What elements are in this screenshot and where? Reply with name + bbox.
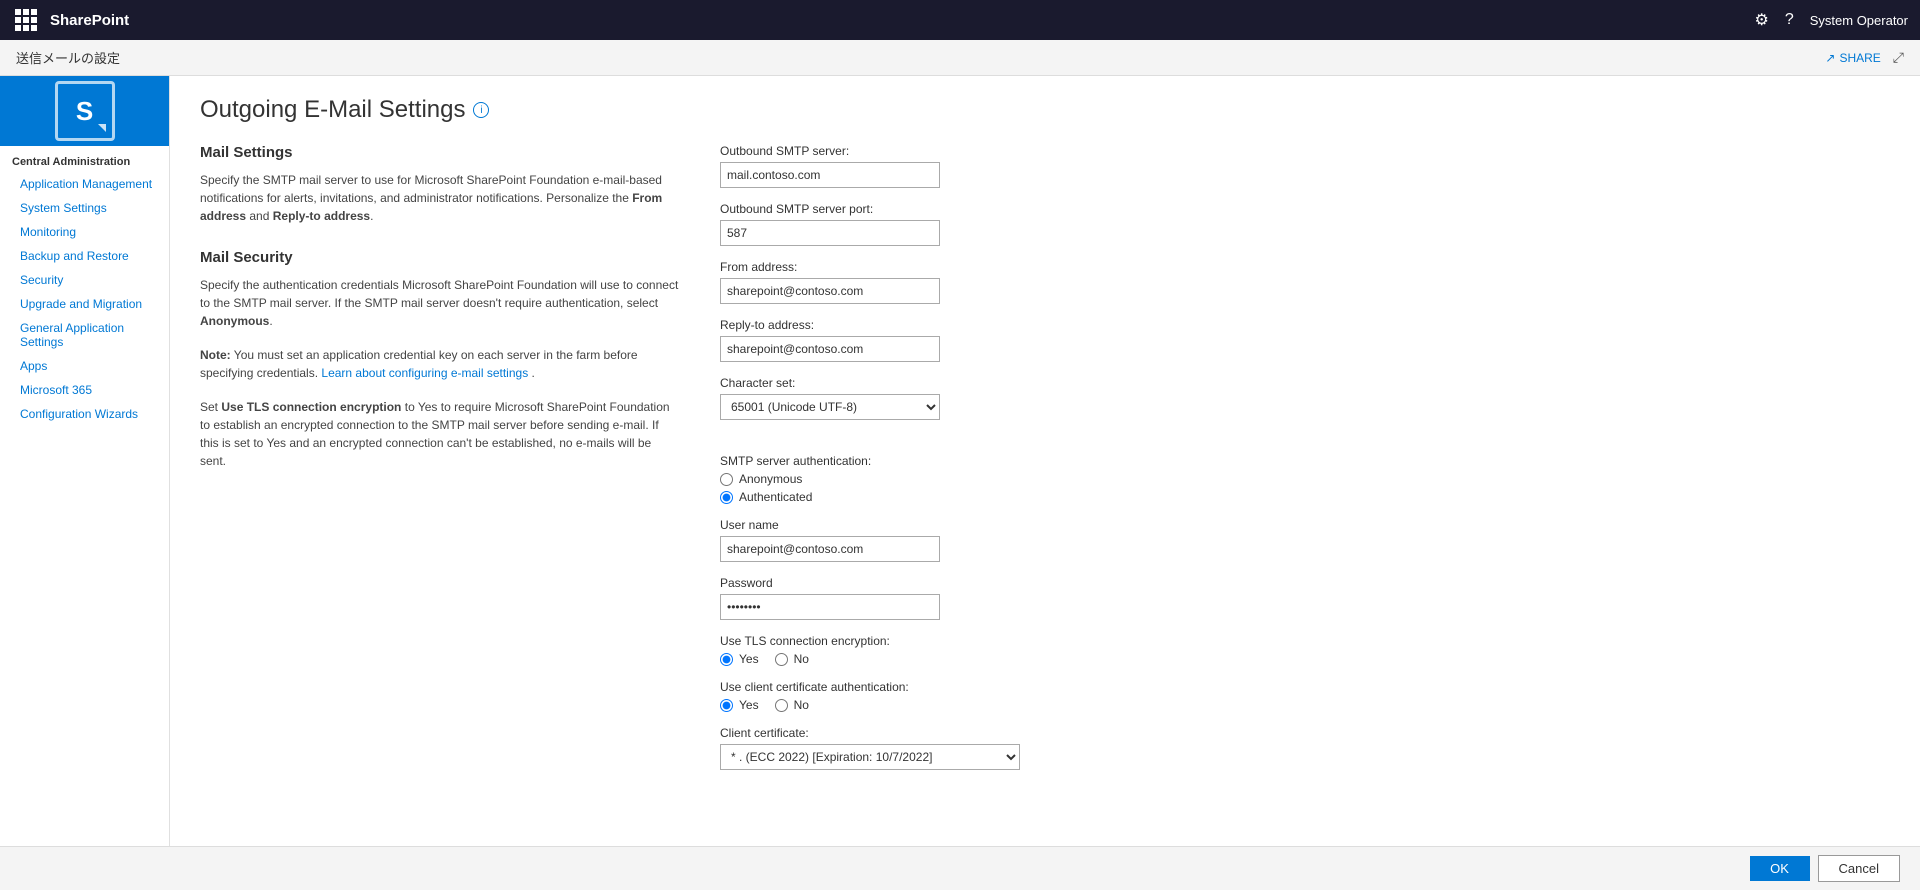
- outbound-smtp-field: Outbound SMTP server:: [720, 144, 1890, 188]
- sub-header-title: 送信メールの設定: [16, 48, 1825, 67]
- auth-authenticated-radio[interactable]: [720, 491, 733, 504]
- password-input[interactable]: [720, 594, 940, 620]
- cert-auth-no-radio[interactable]: [775, 699, 788, 712]
- reply-to-label: Reply-to address:: [720, 318, 1890, 332]
- outbound-port-input[interactable]: [720, 220, 940, 246]
- tls-radio-group: Yes No: [720, 652, 1890, 666]
- smtp-auth-label: SMTP server authentication:: [720, 454, 1890, 468]
- right-column: Outbound SMTP server: Outbound SMTP serv…: [720, 144, 1890, 784]
- sub-header-bar: 送信メールの設定 ↗ SHARE ⤢: [0, 40, 1920, 76]
- sidebar-item-security[interactable]: Security: [0, 268, 169, 292]
- mail-security-learn-link[interactable]: Learn about configuring e-mail settings: [321, 366, 528, 380]
- main-content: Outgoing E-Mail Settings i Mail Settings…: [170, 76, 1920, 890]
- from-address-input[interactable]: [720, 278, 940, 304]
- sidebar-item-backup-restore[interactable]: Backup and Restore: [0, 244, 169, 268]
- spacer: [720, 434, 1890, 454]
- top-navigation-bar: SharePoint ⚙ ? System Operator: [0, 0, 1920, 40]
- cert-auth-no-option[interactable]: No: [775, 698, 809, 712]
- auth-anonymous-radio[interactable]: [720, 473, 733, 486]
- mail-security-desc: Specify the authentication credentials M…: [200, 276, 680, 330]
- two-column-layout: Mail Settings Specify the SMTP mail serv…: [200, 144, 1890, 784]
- charset-field: Character set: 65001 (Unicode UTF-8) 125…: [720, 376, 1890, 420]
- reply-to-field: Reply-to address:: [720, 318, 1890, 362]
- sidebar-item-upgrade-migration[interactable]: Upgrade and Migration: [0, 292, 169, 316]
- cert-auth-yes-option[interactable]: Yes: [720, 698, 759, 712]
- settings-icon[interactable]: ⚙: [1754, 10, 1768, 30]
- page-wrapper: S Central Administration Application Man…: [0, 76, 1920, 890]
- page-title: Outgoing E-Mail Settings i: [200, 96, 1890, 124]
- username-label: User name: [720, 518, 1890, 532]
- ok-button[interactable]: OK: [1750, 856, 1810, 881]
- sidebar: S Central Administration Application Man…: [0, 76, 170, 890]
- client-cert-field: Client certificate: * . (ECC 2022) [Expi…: [720, 726, 1890, 770]
- tls-note: Set Use TLS connection encryption to Yes…: [200, 398, 680, 470]
- smtp-auth-field: SMTP server authentication: Anonymous Au…: [720, 454, 1890, 504]
- sidebar-logo: S: [0, 76, 169, 146]
- mail-security-title: Mail Security: [200, 249, 680, 266]
- sharepoint-logo: S: [55, 81, 115, 141]
- cert-auth-field: Use client certificate authentication: Y…: [720, 680, 1890, 712]
- cert-auth-label: Use client certificate authentication:: [720, 680, 1890, 694]
- tls-no-option[interactable]: No: [775, 652, 809, 666]
- charset-select[interactable]: 65001 (Unicode UTF-8) 1252 (Windows Lati…: [720, 394, 940, 420]
- password-field: Password: [720, 576, 1890, 620]
- tls-yes-radio[interactable]: [720, 653, 733, 666]
- password-label: Password: [720, 576, 1890, 590]
- share-icon: ↗: [1825, 51, 1835, 65]
- sidebar-item-system-settings[interactable]: System Settings: [0, 196, 169, 220]
- sidebar-item-general-app-settings[interactable]: General Application Settings: [0, 316, 169, 354]
- tls-field: Use TLS connection encryption: Yes No: [720, 634, 1890, 666]
- expand-icon[interactable]: ⤢: [1893, 49, 1904, 66]
- cancel-button[interactable]: Cancel: [1818, 855, 1900, 882]
- outbound-port-field: Outbound SMTP server port:: [720, 202, 1890, 246]
- app-title: SharePoint: [50, 12, 1754, 29]
- sidebar-item-application-management[interactable]: Application Management: [0, 172, 169, 196]
- mail-settings-section: Mail Settings Specify the SMTP mail serv…: [200, 144, 680, 225]
- sidebar-section-label: Central Administration: [0, 146, 169, 172]
- top-bar-actions: ⚙ ? System Operator: [1754, 10, 1908, 30]
- waffle-button[interactable]: [12, 6, 40, 34]
- client-cert-label: Client certificate:: [720, 726, 1890, 740]
- sub-header-actions: ↗ SHARE ⤢: [1825, 49, 1904, 66]
- sidebar-item-microsoft365[interactable]: Microsoft 365: [0, 378, 169, 402]
- tls-label: Use TLS connection encryption:: [720, 634, 1890, 648]
- cert-auth-radio-group: Yes No: [720, 698, 1890, 712]
- sidebar-item-config-wizards[interactable]: Configuration Wizards: [0, 402, 169, 426]
- waffle-icon: [15, 9, 37, 31]
- left-column: Mail Settings Specify the SMTP mail serv…: [200, 144, 680, 784]
- bottom-action-bar: OK Cancel: [0, 846, 1920, 890]
- charset-label: Character set:: [720, 376, 1890, 390]
- outbound-port-label: Outbound SMTP server port:: [720, 202, 1890, 216]
- outbound-smtp-label: Outbound SMTP server:: [720, 144, 1890, 158]
- cert-auth-yes-radio[interactable]: [720, 699, 733, 712]
- reply-to-input[interactable]: [720, 336, 940, 362]
- sidebar-item-apps[interactable]: Apps: [0, 354, 169, 378]
- username-input[interactable]: [720, 536, 940, 562]
- mail-security-section: Mail Security Specify the authentication…: [200, 249, 680, 470]
- outbound-smtp-input[interactable]: [720, 162, 940, 188]
- share-button[interactable]: ↗ SHARE: [1825, 51, 1880, 65]
- client-cert-select[interactable]: * . (ECC 2022) [Expiration: 10/7/2022]: [720, 744, 1020, 770]
- mail-settings-desc: Specify the SMTP mail server to use for …: [200, 171, 680, 225]
- username-field: User name: [720, 518, 1890, 562]
- help-icon[interactable]: ?: [1785, 11, 1794, 29]
- tls-no-radio[interactable]: [775, 653, 788, 666]
- tls-yes-option[interactable]: Yes: [720, 652, 759, 666]
- from-address-field: From address:: [720, 260, 1890, 304]
- mail-security-note: Note: You must set an application creden…: [200, 346, 680, 382]
- smtp-auth-radio-group: Anonymous Authenticated: [720, 472, 1890, 504]
- sidebar-item-monitoring[interactable]: Monitoring: [0, 220, 169, 244]
- auth-anonymous-option[interactable]: Anonymous: [720, 472, 1890, 486]
- auth-authenticated-option[interactable]: Authenticated: [720, 490, 1890, 504]
- mail-settings-title: Mail Settings: [200, 144, 680, 161]
- user-name[interactable]: System Operator: [1810, 13, 1908, 28]
- from-address-label: From address:: [720, 260, 1890, 274]
- info-icon[interactable]: i: [473, 102, 489, 118]
